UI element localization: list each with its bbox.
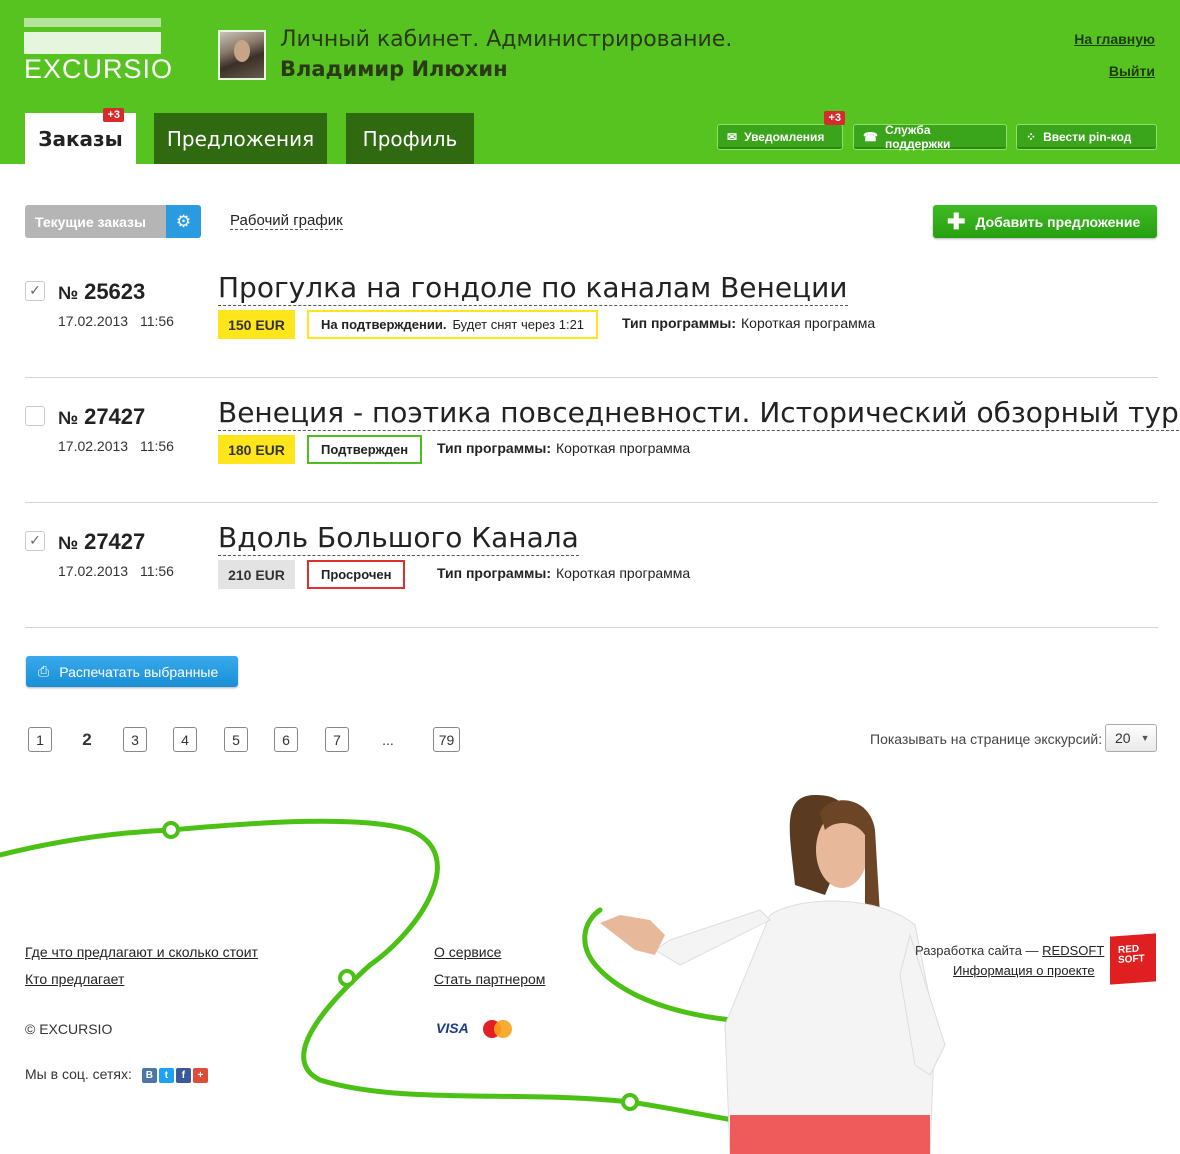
- gear-icon[interactable]: ⚙: [166, 205, 201, 238]
- notifications-badge: +3: [824, 111, 845, 125]
- order-datetime: 17.02.2013 11:56: [58, 563, 174, 579]
- order-number: № 27427: [58, 529, 146, 554]
- print-selected-button[interactable]: ⎙ Распечатать выбранные: [26, 656, 238, 687]
- schedule-link[interactable]: Рабочий график: [230, 212, 343, 230]
- support-label: Служба поддержки: [884, 123, 951, 151]
- logo-text: EXCURSIO: [24, 54, 174, 84]
- cabinet-title: Личный кабинет. Администрирование.: [280, 27, 733, 52]
- person-illustration: [600, 795, 946, 1154]
- user-name: Владимир Илюхин: [280, 57, 508, 81]
- project-info-link[interactable]: Информация о проекте: [953, 963, 1095, 978]
- status-badge: Подтвержден: [307, 435, 423, 464]
- tab-profile[interactable]: Профиль: [346, 113, 474, 164]
- googleplus-icon[interactable]: +: [192, 1068, 208, 1083]
- current-orders-control[interactable]: Текущие заказы ⚙: [25, 205, 201, 238]
- page-link[interactable]: 3: [123, 727, 147, 752]
- redsoft-link[interactable]: REDSOFT: [1042, 943, 1104, 958]
- order-title[interactable]: Венеция - поэтика повседневности. Истори…: [218, 396, 1179, 431]
- twitter-icon[interactable]: t: [158, 1068, 174, 1083]
- visa-icon: VISA: [436, 1020, 469, 1036]
- footer-link-providers[interactable]: Кто предлагает: [25, 971, 124, 987]
- keypad-icon: ⁘: [1026, 130, 1037, 144]
- plus-icon: ✚: [947, 208, 966, 234]
- dev-label: Разработка сайта —: [915, 943, 1039, 958]
- program-type: Тип программы: Короткая программа: [437, 565, 691, 581]
- order-checkbox[interactable]: [25, 406, 45, 426]
- page: EXCURSIO Личный кабинет. Администрирован…: [0, 0, 1180, 1154]
- program-type: Тип программы: Короткая программа: [622, 315, 876, 331]
- per-page-select[interactable]: 20 ▼: [1105, 724, 1157, 752]
- page-link[interactable]: 1: [28, 727, 52, 752]
- order-datetime: 17.02.2013 11:56: [58, 438, 174, 454]
- tab-offers[interactable]: Предложения: [154, 113, 327, 164]
- copyright: © EXCURSIO: [25, 1021, 113, 1037]
- page-link[interactable]: 4: [173, 727, 197, 752]
- mastercard-icon: [483, 1020, 512, 1038]
- notifications-button[interactable]: ✉ Уведомления +3: [717, 111, 845, 150]
- headset-icon: ☎: [863, 130, 878, 144]
- order-datetime: 17.02.2013 11:56: [58, 313, 174, 329]
- page-link[interactable]: 79: [433, 727, 460, 752]
- tab-offers-label: Предложения: [166, 126, 315, 151]
- page-link[interactable]: 5: [224, 727, 248, 752]
- print-label: Распечатать выбранные: [59, 663, 219, 680]
- order-row: ✓ № 25623 17.02.2013 11:56 Прогулка на го…: [25, 253, 1158, 378]
- footer-link-about[interactable]: О сервисе: [434, 944, 501, 960]
- program-type: Тип программы: Короткая программа: [437, 440, 691, 456]
- current-orders-button[interactable]: Текущие заказы: [25, 205, 166, 238]
- support-button[interactable]: ☎ Служба поддержки: [853, 123, 1007, 151]
- order-number: № 27427: [58, 404, 146, 429]
- order-checkbox[interactable]: ✓: [25, 281, 45, 301]
- redsoft-logo[interactable]: RED SOFT: [1110, 933, 1156, 985]
- pin-button[interactable]: ⁘ Ввести pin-код: [1016, 124, 1157, 150]
- price-badge: 180 EUR: [218, 435, 295, 464]
- page-link[interactable]: 6: [274, 727, 298, 752]
- tab-profile-label: Профиль: [362, 126, 458, 151]
- social-row: Мы в соц. сетях: Вt f +: [25, 1065, 210, 1083]
- dev-row: Разработка сайта — REDSOFT: [915, 943, 1104, 958]
- order-number: № 25623: [58, 279, 146, 304]
- order-row: № 27427 17.02.2013 11:56 Венеция - поэтик…: [25, 378, 1179, 503]
- tab-orders-label: Заказы: [38, 126, 123, 151]
- order-title[interactable]: Вдоль Большого Канала: [218, 521, 579, 556]
- printer-icon: ⎙: [38, 663, 50, 679]
- add-offer-button[interactable]: ✚ Добавить предложение: [933, 205, 1157, 238]
- per-page-label: Показывать на странице экскурсий:: [870, 731, 1103, 747]
- pin-label: Ввести pin-код: [1043, 130, 1132, 144]
- per-page-value: 20: [1115, 730, 1131, 746]
- facebook-icon[interactable]: f: [175, 1068, 191, 1083]
- status-badge: На подтверждении. Будет снят через 1:21: [307, 310, 599, 339]
- header: EXCURSIO Личный кабинет. Администрирован…: [0, 0, 1180, 164]
- social-label: Мы в соц. сетях:: [25, 1066, 132, 1082]
- tab-orders[interactable]: Заказы +3: [25, 108, 136, 164]
- footer-link-partner[interactable]: Стать партнером: [434, 971, 545, 987]
- order-checkbox[interactable]: ✓: [25, 531, 45, 551]
- order-title[interactable]: Прогулка на гондоле по каналам Венеции: [218, 271, 848, 306]
- divider: [25, 627, 1158, 628]
- status-badge: Просрочен: [307, 560, 406, 589]
- add-offer-label: Добавить предложение: [975, 213, 1141, 230]
- logout-link[interactable]: Выйти: [1109, 63, 1155, 79]
- page-current: 2: [82, 729, 92, 749]
- footer-link-prices[interactable]: Где что предлагают и сколько стоит: [25, 944, 258, 960]
- avatar: [218, 30, 266, 80]
- envelope-icon: ✉: [727, 130, 738, 144]
- home-link[interactable]: На главную: [1074, 31, 1155, 47]
- triangle-down-icon: ▼: [1140, 733, 1150, 743]
- price-badge: 150 EUR: [218, 310, 295, 339]
- price-badge: 210 EUR: [218, 560, 295, 589]
- page-link[interactable]: 7: [325, 727, 349, 752]
- logo[interactable]: EXCURSIO: [24, 18, 172, 84]
- vk-icon[interactable]: В: [141, 1068, 157, 1083]
- page-ellipsis: ...: [382, 731, 394, 748]
- orders-badge: +3: [103, 108, 124, 122]
- notifications-label: Уведомления: [744, 130, 825, 144]
- order-row: ✓ № 27427 17.02.2013 11:56 Вдоль Большого…: [25, 503, 1158, 628]
